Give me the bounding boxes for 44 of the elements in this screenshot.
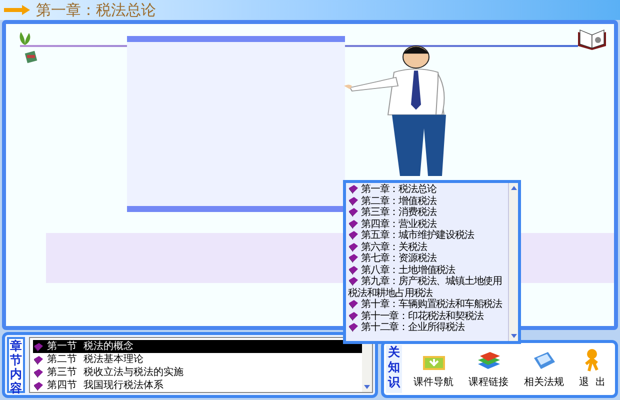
- chapter-item[interactable]: 第四章：营业税法: [348, 218, 506, 230]
- chapter-dropdown-list[interactable]: 第一章：税法总论 第二章：增值税法 第三章：消费税法 第四章：营业税法 第五章：城市维护建设税法 第六章：关税法 第七章：资源税法 第八章：土地增值税法 第九章：房产税法、城镇土地使用税法和耕地占用税法 第十章：车辆购置税法和车船税法 第十一章：印花税法和契税法 第十二章：企业所得税法: [343, 180, 521, 344]
- chapter-item[interactable]: 第五章：城市维护建设税法: [348, 230, 506, 242]
- knowledge-label: 关知识: [386, 345, 402, 393]
- section-item[interactable]: 第三节 税收立法与税法的实施: [33, 366, 362, 379]
- book-icon: [348, 299, 359, 310]
- book-icon: [348, 218, 359, 229]
- book-icon: [348, 196, 359, 206]
- toolbar-button[interactable]: 课件导航: [412, 350, 456, 390]
- arrow-icon: [4, 5, 30, 15]
- section-item[interactable]: 第四节 我国现行税法体系: [33, 379, 362, 392]
- book-icon: [33, 342, 44, 352]
- book-icon: [348, 230, 359, 240]
- chapter-item[interactable]: 第七章：资源税法: [348, 253, 506, 264]
- chapter-item[interactable]: 第二章：增值税法: [348, 196, 506, 207]
- chapter-item[interactable]: 第三章：消费税法: [348, 207, 506, 218]
- leaf-icon: [18, 30, 32, 46]
- chapter-item[interactable]: 第十二章：企业所得税法: [348, 322, 506, 334]
- book-icon: [348, 276, 359, 286]
- book-stack-icon: [24, 50, 38, 64]
- chapter-item[interactable]: 第八章：土地增值税法: [348, 264, 506, 276]
- book-icon: [348, 184, 359, 194]
- toolbar-button[interactable]: 课程链接: [466, 350, 511, 390]
- scroll-bar[interactable]: [508, 183, 518, 341]
- section-item[interactable]: 第一节 税法的概念: [33, 340, 362, 353]
- toolbar-button[interactable]: 退 出: [577, 348, 608, 390]
- books-icon: [476, 350, 502, 372]
- book-icon: [33, 354, 44, 364]
- book-icon: [348, 264, 359, 275]
- chapter-item[interactable]: 第十章：车辆购置税法和车船税法: [348, 299, 506, 310]
- section-item[interactable]: 第二节 税法基本理论: [33, 353, 362, 366]
- book-icon: [348, 207, 359, 218]
- chapter-item[interactable]: 第十一章：印花税法和契税法: [348, 310, 506, 322]
- chapter-item[interactable]: 第九章：房产税法、城镇土地使用税法和耕地占用税法: [348, 276, 506, 299]
- book-icon: [348, 242, 359, 252]
- chapter-item[interactable]: 第六章：关税法: [348, 242, 506, 253]
- chapter-title: 第一章：税法总论: [36, 0, 156, 21]
- book-icon: [33, 380, 44, 390]
- book-icon: [348, 322, 359, 332]
- toolbar-button[interactable]: 相关法规: [522, 350, 566, 390]
- book-icon: [348, 253, 359, 264]
- book-icon: [33, 368, 44, 378]
- chapter-item[interactable]: 第一章：税法总论: [348, 184, 506, 196]
- book-icon: [348, 310, 359, 321]
